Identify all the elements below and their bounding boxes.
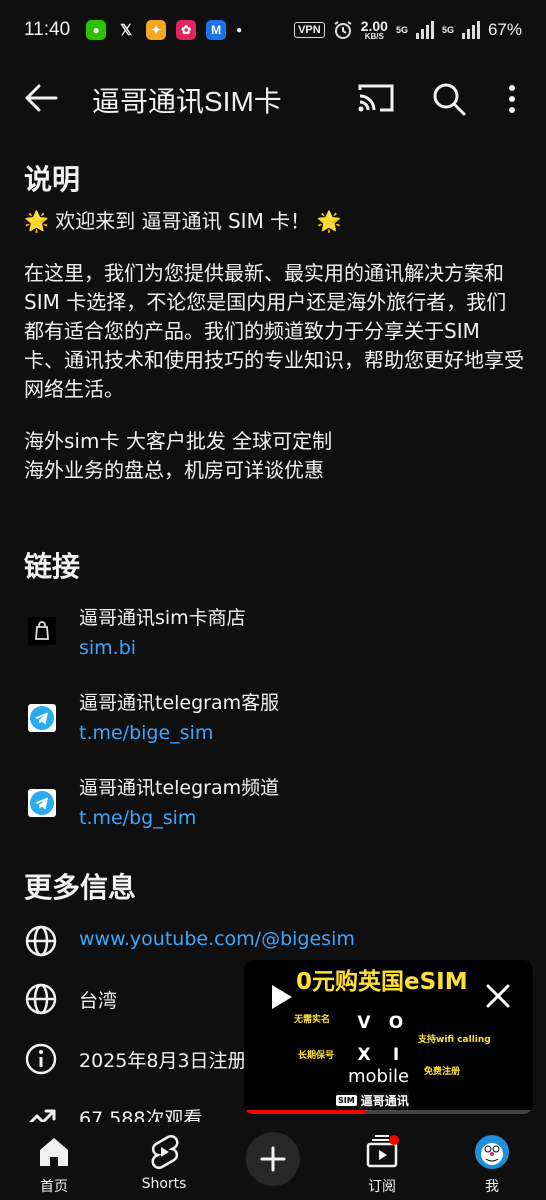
network-type-1: 5G xyxy=(395,25,408,35)
app-pinwheel-icon: ✦ xyxy=(146,20,167,40)
avatar-icon xyxy=(475,1135,509,1169)
description-line-1: 海外sim卡 大客户批发 全球可定制 xyxy=(24,429,333,453)
app-flower-icon: ✿ xyxy=(176,20,197,40)
shorts-icon xyxy=(151,1135,179,1169)
link-title: 逼哥通讯telegram频道 xyxy=(79,777,280,799)
telegram-icon xyxy=(28,704,56,732)
voxi-logo: V O X I xyxy=(357,1013,404,1065)
shopping-bag-icon xyxy=(28,617,56,645)
play-icon[interactable] xyxy=(266,982,296,1012)
info-website[interactable]: www.youtube.com/@bigesim xyxy=(24,922,355,962)
more-vert-icon[interactable] xyxy=(500,80,524,118)
voxi-mobile-text: mobile xyxy=(348,1066,410,1087)
alarm-icon xyxy=(334,21,352,39)
telegram-icon xyxy=(28,789,56,817)
back-arrow-icon[interactable] xyxy=(22,80,60,116)
links-heading: 链接 xyxy=(24,550,81,583)
plus-icon xyxy=(260,1146,286,1172)
nav-label: 我 xyxy=(485,1179,499,1195)
promo-tag: 无需实名 xyxy=(294,1015,331,1025)
nav-label: 首页 xyxy=(40,1179,68,1195)
link-url[interactable]: t.me/bige_sim xyxy=(79,722,213,744)
notification-dot-icon: ● xyxy=(236,24,243,36)
description-heading: 说明 xyxy=(24,163,81,196)
more-info-heading: 更多信息 xyxy=(24,871,137,904)
link-url[interactable]: t.me/bg_sim xyxy=(79,807,196,829)
close-icon[interactable] xyxy=(484,982,512,1010)
nav-label: 订阅 xyxy=(368,1179,396,1195)
globe-icon xyxy=(25,925,57,957)
channel-brand: SIM 逼哥通讯 xyxy=(336,1092,409,1109)
link-url[interactable]: sim.bi xyxy=(79,637,136,659)
status-bar: 11:40 ● 𝕏 ✦ ✿ M ● VPN 2.00 KB/S 5G 5G 67% xyxy=(0,0,546,60)
joined-text: 2025年8月3日注册 xyxy=(79,1050,247,1072)
app-m-icon: M xyxy=(206,20,227,40)
link-title: 逼哥通讯sim卡商店 xyxy=(79,607,246,629)
globe-icon xyxy=(25,983,57,1015)
page-title: 逼哥通讯SIM卡 xyxy=(92,86,282,117)
vpn-badge: VPN xyxy=(294,22,325,38)
wechat-icon: ● xyxy=(86,20,107,40)
welcome-text: 🌟 欢迎来到 逼哥通讯 SIM 卡！ 🌟 xyxy=(24,209,342,233)
home-icon xyxy=(40,1138,68,1166)
description-line-2: 海外业务的盘总，机房可详谈优惠 xyxy=(24,458,324,482)
link-title: 逼哥通讯telegram客服 xyxy=(79,692,280,714)
mini-player-title: 0元购英国eSIM xyxy=(296,969,468,995)
network-type-2: 5G xyxy=(441,25,454,35)
battery-level: 67% xyxy=(487,20,522,39)
description-body: 在这里，我们为您提供最新、最实用的通讯解决方案和 SIM 卡选择，不论您是国内用… xyxy=(24,261,524,401)
promo-tag: 长期保号 xyxy=(298,1051,335,1061)
promo-tag: 支持wifi calling xyxy=(418,1035,491,1045)
subscriptions-icon xyxy=(366,1135,399,1168)
website-link[interactable]: www.youtube.com/@bigesim xyxy=(79,928,355,950)
nav-me[interactable]: 我 xyxy=(452,1122,532,1200)
create-button[interactable] xyxy=(246,1132,300,1186)
network-speed: 2.00 KB/S xyxy=(360,18,388,41)
status-time: 11:40 xyxy=(24,19,71,40)
signal-icon xyxy=(461,21,480,39)
search-icon[interactable] xyxy=(430,80,468,118)
signal-icon xyxy=(415,21,434,39)
bottom-nav: 首页 Shorts 订阅 我 xyxy=(0,1122,546,1200)
cast-icon[interactable] xyxy=(356,80,396,116)
progress-fill xyxy=(244,1110,366,1114)
app-bar: 逼哥通讯SIM卡 xyxy=(0,66,546,130)
info-icon xyxy=(25,1043,57,1075)
progress-bar[interactable] xyxy=(244,1110,533,1114)
nav-shorts[interactable]: Shorts xyxy=(124,1122,204,1200)
mini-player[interactable]: 0元购英国eSIM 无需实名 长期保号 支持wifi calling 免费注册 … xyxy=(244,960,533,1114)
nav-home[interactable]: 首页 xyxy=(14,1122,94,1200)
x-icon: 𝕏 xyxy=(120,22,133,39)
location-text: 台湾 xyxy=(79,990,118,1012)
nav-label: Shorts xyxy=(141,1176,187,1192)
promo-tag: 免费注册 xyxy=(424,1067,461,1077)
nav-subscriptions[interactable]: 订阅 xyxy=(342,1122,422,1200)
